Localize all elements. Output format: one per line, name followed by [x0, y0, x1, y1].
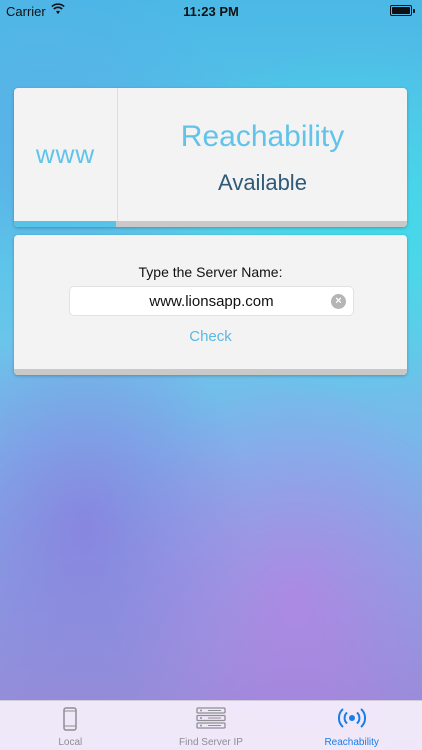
reachability-status: Available	[218, 170, 307, 195]
server-name-input[interactable]	[70, 287, 353, 315]
clear-icon[interactable]: ×	[331, 294, 346, 309]
www-panel: www	[14, 88, 118, 221]
broadcast-icon	[337, 708, 366, 728]
server-rack-icon	[196, 707, 226, 729]
tab-reachability[interactable]: Reachability	[281, 701, 422, 750]
clock: 11:23 PM	[183, 4, 239, 19]
tab-find-server-ip[interactable]: Find Server IP	[141, 701, 282, 750]
reachability-card: www Reachability Available	[14, 88, 407, 227]
check-button[interactable]: Check	[14, 328, 407, 345]
www-label: www	[35, 139, 96, 169]
phone-icon	[63, 707, 78, 731]
reachability-title: Reachability	[180, 120, 345, 153]
card-bottom-bar	[14, 369, 407, 375]
tab-bar: Local Find Server IP Reachability	[0, 700, 422, 750]
tab-label: Local	[58, 737, 83, 748]
battery-icon	[390, 5, 415, 16]
tab-label: Find Server IP	[179, 737, 243, 748]
tab-local[interactable]: Local	[0, 701, 141, 750]
server-form-card: Type the Server Name: × Check	[14, 235, 407, 375]
progress-bar-fill	[14, 221, 117, 227]
server-name-prompt: Type the Server Name:	[138, 264, 283, 280]
server-input-wrapper: ×	[69, 286, 354, 316]
tab-label: Reachability	[324, 737, 379, 748]
status-bar: Carrier 11:23 PM	[0, 0, 422, 22]
